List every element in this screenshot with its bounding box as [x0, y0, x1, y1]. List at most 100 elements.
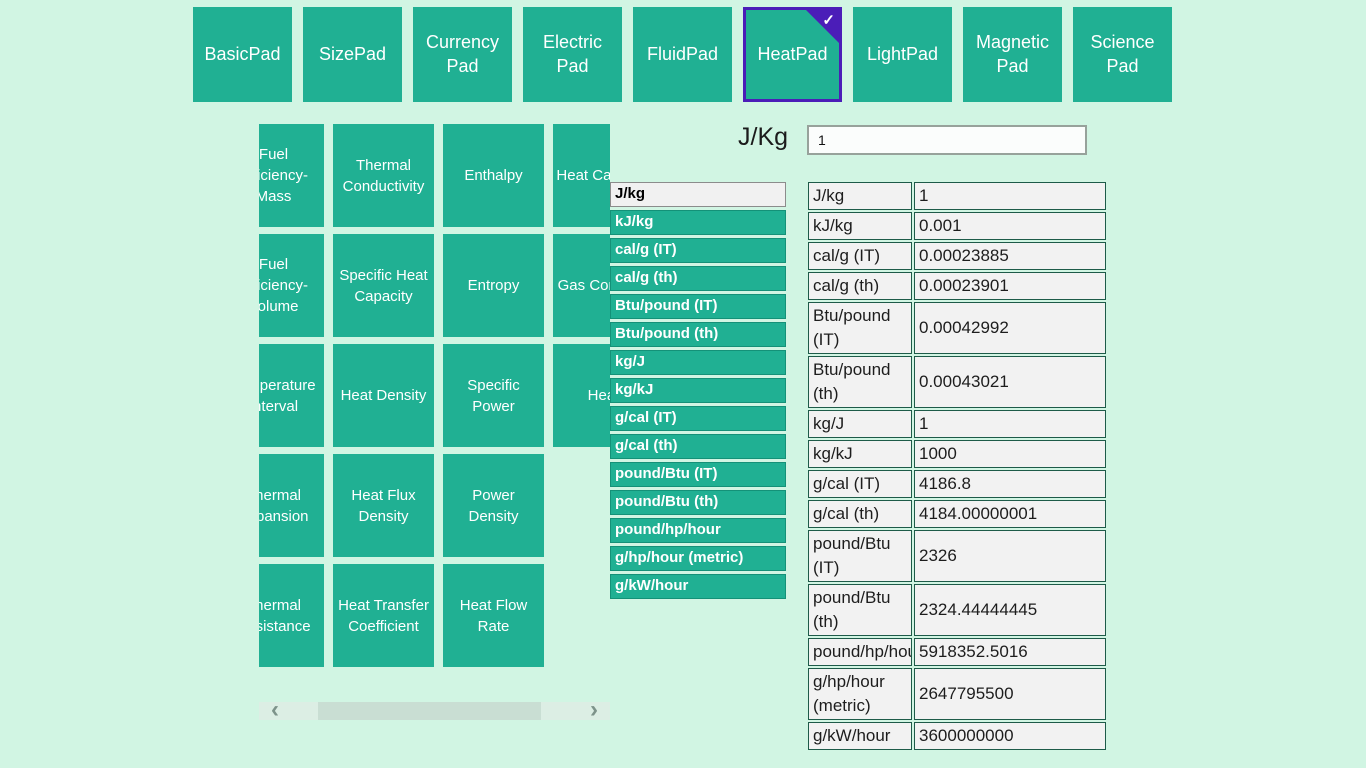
tile-heat-transfer-coefficient[interactable]: Heat Transfer Coefficient	[333, 564, 434, 667]
result-unit-cell: J/kg	[808, 182, 912, 210]
pad-tab-bar: BasicPad SizePad Currency Pad Electric P…	[193, 7, 1172, 102]
tab-label: HeatPad	[757, 43, 827, 66]
tab-fluidpad[interactable]: FluidPad	[633, 7, 732, 102]
tab-currencypad[interactable]: Currency Pad	[413, 7, 512, 102]
tile-label: Heat Transfer Coefficient	[337, 595, 430, 637]
tile-power-density[interactable]: Power Density	[443, 454, 544, 557]
tile-entropy[interactable]: Entropy	[443, 234, 544, 337]
result-unit-cell: Btu/pound (IT)	[808, 302, 912, 354]
unit-option[interactable]: cal/g (th)	[610, 266, 786, 291]
result-value-cell: 0.001	[914, 212, 1106, 240]
result-row: g/hp/hour (metric)2647795500	[808, 668, 1106, 720]
tile-label: Enthalpy	[464, 165, 522, 186]
result-unit-cell: kJ/kg	[808, 212, 912, 240]
result-unit-cell: g/cal (IT)	[808, 470, 912, 498]
unit-option[interactable]: g/cal (th)	[610, 434, 786, 459]
result-unit-cell: pound/Btu (th)	[808, 584, 912, 636]
tile-fuel-efficiency-volume[interactable]: Fuel Efficiency-Volume	[259, 234, 324, 337]
tile-heat-capacity[interactable]: Heat Capacity	[553, 124, 610, 227]
tile-label: Specific Heat Capacity	[337, 265, 430, 307]
tile-thermal-expansion[interactable]: Thermal Expansion	[259, 454, 324, 557]
chevron-left-icon[interactable]: ‹	[271, 698, 279, 722]
checkmark-icon: ✓	[822, 11, 835, 31]
tile-label: Gas Constant	[558, 275, 610, 296]
tile-heat-flux-density[interactable]: Heat Flux Density	[333, 454, 434, 557]
tab-basicpad[interactable]: BasicPad	[193, 7, 292, 102]
input-unit-label: J/Kg	[738, 123, 788, 152]
tile-heat-flow-rate[interactable]: Heat Flow Rate	[443, 564, 544, 667]
tile-label: Heat Flux Density	[337, 485, 430, 527]
result-value-cell: 2324.44444445	[914, 584, 1106, 636]
tab-sizepad[interactable]: SizePad	[303, 7, 402, 102]
unit-option[interactable]: g/hp/hour (metric)	[610, 546, 786, 571]
tile-label: Fuel Efficiency-Volume	[259, 254, 320, 317]
tab-label: BasicPad	[204, 43, 280, 66]
value-input[interactable]	[807, 125, 1087, 155]
result-row: Btu/pound (th)0.00043021	[808, 356, 1106, 408]
tile-specific-power[interactable]: Specific Power	[443, 344, 544, 447]
result-value-cell: 1	[914, 410, 1106, 438]
horizontal-scrollbar[interactable]: ‹ ›	[259, 702, 610, 720]
tile-thermal-resistance[interactable]: Thermal Resistance	[259, 564, 324, 667]
tile-fuel-efficiency-mass[interactable]: Fuel Efficiency-Mass	[259, 124, 324, 227]
result-row: J/kg1	[808, 182, 1106, 210]
unit-option[interactable]: kg/J	[610, 350, 786, 375]
result-value-cell: 4184.00000001	[914, 500, 1106, 528]
empty-grid-cell	[553, 564, 610, 667]
tile-heat-density[interactable]: Heat Density	[333, 344, 434, 447]
result-unit-cell: pound/Btu (IT)	[808, 530, 912, 582]
tile-grid-viewport: Fuel Efficiency-Mass Thermal Conductivit…	[259, 124, 610, 670]
result-value-cell: 4186.8	[914, 470, 1106, 498]
tab-label: Electric Pad	[529, 31, 616, 78]
unit-option-selected[interactable]: J/kg	[610, 182, 786, 207]
unit-option[interactable]: pound/Btu (IT)	[610, 462, 786, 487]
unit-option[interactable]: cal/g (IT)	[610, 238, 786, 263]
tile-label: Heat Density	[341, 385, 427, 406]
unit-option[interactable]: Btu/pound (th)	[610, 322, 786, 347]
result-value-cell: 2326	[914, 530, 1106, 582]
result-value-cell: 2647795500	[914, 668, 1106, 720]
tab-lightpad[interactable]: LightPad	[853, 7, 952, 102]
result-row: pound/Btu (th)2324.44444445	[808, 584, 1106, 636]
tile-temperature-interval[interactable]: Temperature Interval	[259, 344, 324, 447]
tab-label: FluidPad	[647, 43, 718, 66]
result-value-cell: 0.00023885	[914, 242, 1106, 270]
unit-option[interactable]: kJ/kg	[610, 210, 786, 235]
unit-option[interactable]: Btu/pound (IT)	[610, 294, 786, 319]
tab-label: Science Pad	[1079, 31, 1166, 78]
result-value-cell: 0.00023901	[914, 272, 1106, 300]
result-unit-cell: kg/J	[808, 410, 912, 438]
tab-label: LightPad	[867, 43, 938, 66]
tab-sciencepad[interactable]: Science Pad	[1073, 7, 1172, 102]
tile-thermal-conductivity[interactable]: Thermal Conductivity	[333, 124, 434, 227]
result-value-cell: 0.00043021	[914, 356, 1106, 408]
tile-label: Thermal Resistance	[259, 595, 320, 637]
unit-option[interactable]: pound/Btu (th)	[610, 490, 786, 515]
tile-gas-constant[interactable]: Gas Constant	[553, 234, 610, 337]
tile-label: Temperature Interval	[259, 375, 320, 417]
conversion-results-table: J/kg1 kJ/kg0.001 cal/g (IT)0.00023885 ca…	[808, 182, 1106, 750]
tab-magneticpad[interactable]: Magnetic Pad	[963, 7, 1062, 102]
empty-grid-cell	[553, 454, 610, 557]
tab-heatpad-selected[interactable]: HeatPad ✓	[743, 7, 842, 102]
tile-heat[interactable]: Heat	[553, 344, 610, 447]
tile-enthalpy[interactable]: Enthalpy	[443, 124, 544, 227]
unit-option[interactable]: g/cal (IT)	[610, 406, 786, 431]
tile-specific-heat-capacity[interactable]: Specific Heat Capacity	[333, 234, 434, 337]
result-unit-cell: pound/hp/hour	[808, 638, 912, 666]
tile-label: Entropy	[468, 275, 520, 296]
chevron-right-icon[interactable]: ›	[590, 698, 598, 722]
tile-grid: Fuel Efficiency-Mass Thermal Conductivit…	[259, 124, 610, 667]
tile-label: Heat Capacity	[556, 165, 610, 186]
result-row: Btu/pound (IT)0.00042992	[808, 302, 1106, 354]
scrollbar-thumb[interactable]	[318, 702, 541, 720]
unit-option[interactable]: pound/hp/hour	[610, 518, 786, 543]
result-row: cal/g (th)0.00023901	[808, 272, 1106, 300]
unit-option[interactable]: g/kW/hour	[610, 574, 786, 599]
result-row: kJ/kg0.001	[808, 212, 1106, 240]
tile-label: Power Density	[447, 485, 540, 527]
tab-electricpad[interactable]: Electric Pad	[523, 7, 622, 102]
unit-option[interactable]: kg/kJ	[610, 378, 786, 403]
tab-label: Currency Pad	[419, 31, 506, 78]
result-unit-cell: g/cal (th)	[808, 500, 912, 528]
